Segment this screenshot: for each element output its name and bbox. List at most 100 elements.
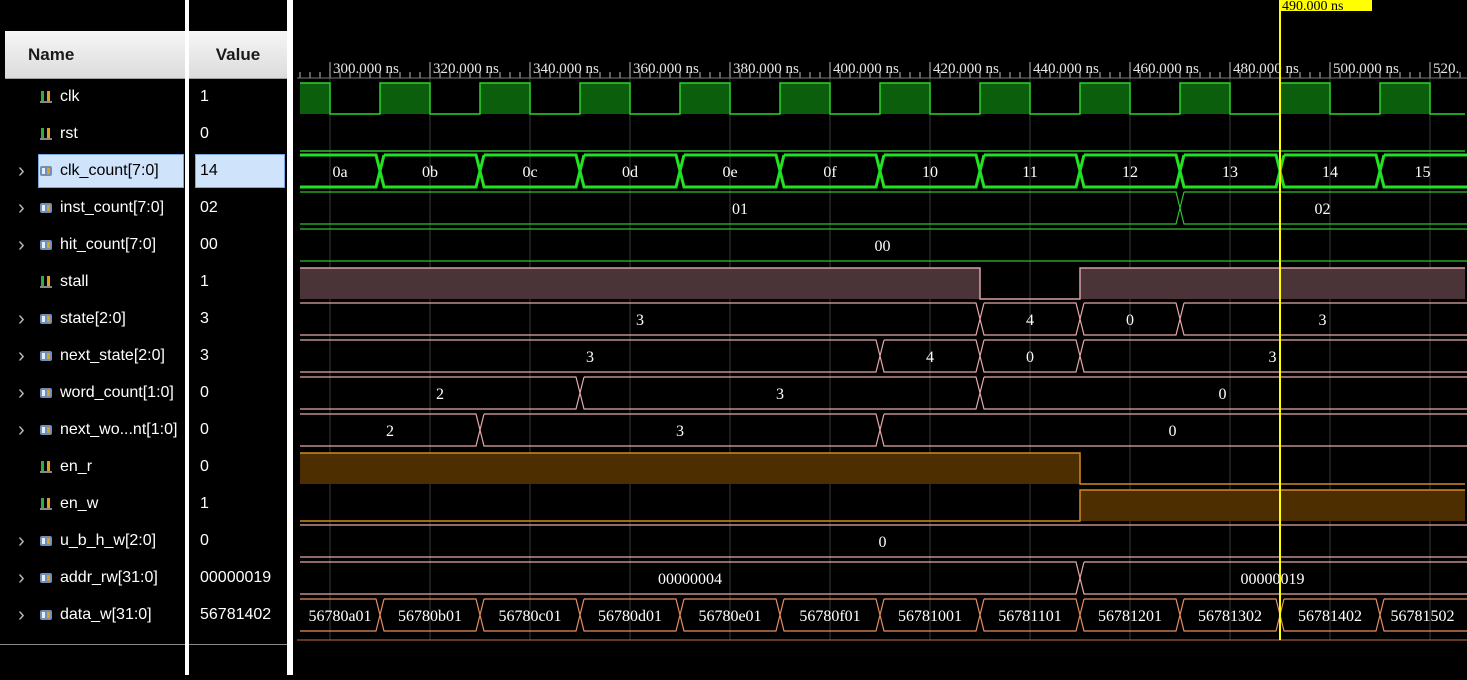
high-level-fill bbox=[1080, 83, 1130, 114]
bus-value-label: 56780e01 bbox=[698, 608, 761, 625]
waveform-hit-count-7-0[interactable]: 00 bbox=[300, 228, 1467, 262]
high-level-fill bbox=[380, 83, 430, 114]
bus-value-label: 3 bbox=[776, 386, 784, 403]
bus-value-label: 11 bbox=[1022, 164, 1037, 181]
signal-value: 1 bbox=[200, 495, 209, 512]
signal-row-inst-count-7-0[interactable]: › inst_count[7:0] bbox=[0, 193, 185, 223]
waveform-clk[interactable] bbox=[300, 82, 1465, 115]
expand-chevron-icon[interactable]: › bbox=[18, 193, 30, 223]
signal-row-next-state-2-0[interactable]: › next_state[2:0] bbox=[0, 341, 185, 371]
high-level-fill bbox=[1380, 83, 1430, 114]
signal-row-next-wo-nt-1-0[interactable]: › next_wo...nt[1:0] bbox=[0, 415, 185, 445]
bus-value-label: 56780f01 bbox=[799, 608, 860, 625]
bus-value-label: 3 bbox=[586, 349, 594, 366]
column-divider-2[interactable] bbox=[287, 0, 293, 675]
bus-value-label: 00000004 bbox=[658, 571, 722, 588]
waveform-word-count-1-0[interactable]: 2 3 0 bbox=[300, 376, 1467, 410]
signal-row-en-w[interactable]: en_w bbox=[0, 489, 185, 519]
waveform-canvas[interactable]: 300.000 ns 320.000 ns 340.000 ns 360.000 ns… bbox=[297, 0, 1467, 675]
signal-row-clk-count-7-0[interactable]: › clk_count[7:0] bbox=[0, 156, 185, 186]
bus-value-label: 0 bbox=[1219, 386, 1227, 403]
signal-name: clk bbox=[60, 88, 80, 105]
name-column-header[interactable]: Name bbox=[5, 31, 185, 79]
signal-row-stall[interactable]: stall bbox=[0, 267, 185, 297]
signal-value: 14 bbox=[200, 162, 218, 179]
value-panel-bottom-line bbox=[189, 644, 287, 645]
waveform-data-w-31-0[interactable]: 56780a01 56780b01 56780c01 56780d01 56780e01… bbox=[300, 598, 1467, 632]
waveform-next-wo-nt-1-0[interactable]: 2 3 0 bbox=[300, 413, 1467, 447]
ruler-tick-label: 380.000 ns bbox=[733, 61, 799, 77]
high-level-fill bbox=[1180, 83, 1230, 114]
high-level-fill bbox=[1080, 268, 1465, 299]
signal-value: 1 bbox=[200, 273, 209, 290]
waveform-stall[interactable] bbox=[300, 267, 1465, 300]
signal-row-u-b-h-w-2-0[interactable]: › u_b_h_w[2:0] bbox=[0, 526, 185, 556]
wire-icon bbox=[40, 128, 52, 140]
bus-value-label: 0a bbox=[332, 164, 347, 181]
expand-chevron-icon[interactable]: › bbox=[18, 600, 30, 630]
signal-name: state[2:0] bbox=[60, 310, 126, 327]
bus-icon bbox=[40, 536, 52, 546]
signal-name: clk_count[7:0] bbox=[60, 162, 159, 179]
signal-name: en_w bbox=[60, 495, 99, 512]
bus-value-label: 56781402 bbox=[1298, 608, 1362, 625]
high-level-fill bbox=[300, 453, 1080, 484]
bus-value-label: 4 bbox=[1026, 312, 1034, 329]
bus-value-label: 13 bbox=[1222, 164, 1238, 181]
bus-value-label: 14 bbox=[1322, 164, 1338, 181]
signal-value: 3 bbox=[200, 310, 209, 327]
signal-value: 1 bbox=[200, 88, 209, 105]
expand-chevron-icon[interactable]: › bbox=[18, 304, 30, 334]
high-level-fill bbox=[980, 83, 1030, 114]
waveform-view[interactable]: 300.000 ns 320.000 ns 340.000 ns 360.000 ns… bbox=[297, 0, 1467, 675]
expand-chevron-icon[interactable]: › bbox=[18, 563, 30, 593]
waveform-inst-count-7-0[interactable]: 01 02 bbox=[300, 191, 1467, 225]
waveform-state-2-0[interactable]: 3 4 0 3 bbox=[300, 302, 1467, 336]
expand-chevron-icon[interactable]: › bbox=[18, 526, 30, 556]
signal-row-word-count-1-0[interactable]: › word_count[1:0] bbox=[0, 378, 185, 408]
ruler-tick-label: 400.000 ns bbox=[833, 61, 899, 77]
waveform-addr-rw-31-0[interactable]: 00000004 00000019 bbox=[300, 561, 1467, 595]
signal-row-en-r[interactable]: en_r bbox=[0, 452, 185, 482]
waveform-next-state-2-0[interactable]: 3 4 0 3 bbox=[300, 339, 1467, 373]
high-level-fill bbox=[680, 83, 730, 114]
high-level-fill bbox=[780, 83, 830, 114]
expand-chevron-icon[interactable]: › bbox=[18, 156, 30, 186]
bus-value-label: 0b bbox=[422, 164, 438, 181]
bus-value-label: 3 bbox=[1269, 349, 1277, 366]
waveform-en-w[interactable] bbox=[300, 489, 1465, 522]
expand-chevron-icon[interactable]: › bbox=[18, 378, 30, 408]
high-level-fill bbox=[580, 83, 630, 114]
bus-icon bbox=[40, 573, 52, 583]
value-column-header[interactable]: Value bbox=[189, 31, 287, 79]
expand-chevron-icon[interactable]: › bbox=[18, 230, 30, 260]
signal-row-clk[interactable]: clk bbox=[0, 82, 185, 112]
signal-row-hit-count-7-0[interactable]: › hit_count[7:0] bbox=[0, 230, 185, 260]
signal-row-state-2-0[interactable]: › state[2:0] bbox=[0, 304, 185, 334]
bus-value-label: 3 bbox=[1319, 312, 1327, 329]
bus-value-label: 2 bbox=[436, 386, 444, 403]
signal-value: 0 bbox=[200, 458, 209, 475]
expand-chevron-icon[interactable]: › bbox=[18, 341, 30, 371]
signal-row-data-w-31-0[interactable]: › data_w[31:0] bbox=[0, 600, 185, 630]
ruler-tick-label: 460.000 ns bbox=[1133, 61, 1199, 77]
signal-name: addr_rw[31:0] bbox=[60, 569, 158, 586]
signal-name: word_count[1:0] bbox=[60, 384, 174, 401]
ruler-tick-label: 420.000 ns bbox=[933, 61, 999, 77]
signal-row-addr-rw-31-0[interactable]: › addr_rw[31:0] bbox=[0, 563, 185, 593]
waveform-clk-count-7-0[interactable]: 0a 0b 0c 0d 0e 0f 10 11 12 13 14 15 bbox=[300, 153, 1467, 189]
cursor-time-label: 490.000 ns bbox=[1282, 0, 1343, 14]
waveform-en-r[interactable] bbox=[300, 452, 1465, 485]
bus-icon bbox=[40, 388, 52, 398]
signal-value: 00 bbox=[200, 236, 218, 253]
bus-value-label: 0f bbox=[823, 164, 837, 181]
expand-chevron-icon[interactable]: › bbox=[18, 415, 30, 445]
bus-value-label: 0 bbox=[1026, 349, 1034, 366]
bus-value-label: 56781101 bbox=[998, 608, 1061, 625]
high-level-fill bbox=[1080, 490, 1465, 521]
waveform-u-b-h-w-2-0[interactable]: 0 bbox=[300, 524, 1467, 558]
bus-value-label: 3 bbox=[636, 312, 644, 329]
signal-row-rst[interactable]: rst bbox=[0, 119, 185, 149]
bus-value-label: 56780c01 bbox=[498, 608, 561, 625]
wire-icon bbox=[40, 91, 52, 103]
